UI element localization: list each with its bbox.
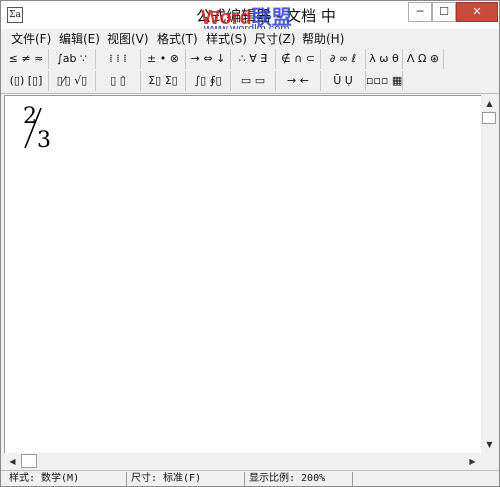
fraction-denominator: 3 [37, 128, 51, 153]
menu-format[interactable]: 格式(T) [157, 30, 198, 47]
underbar-template-button[interactable]: ▭ ▭ [231, 71, 276, 91]
spaces-ellipses-icon: ∫ab ∵ [57, 52, 87, 65]
template-palette-bar: (▯) [▯] ▯⁄▯ √▯ ▯ ▯̇ Σ▯ Σ▯ ∫▯ ∮▯ ▭ ▭ → ← … [4, 71, 444, 91]
menu-edit[interactable]: 编辑(E) [59, 30, 100, 47]
menu-bar: 文件(F) 编辑(E) 视图(V) 格式(T) 样式(S) 尺寸(Z) 帮助(H… [1, 29, 499, 47]
scroll-right-icon: ▶ [469, 457, 476, 466]
matrix-template-button[interactable]: ▫▫▫ ▦ [366, 71, 403, 91]
fraction-radical-icon: ▯⁄▯ √▯ [56, 74, 88, 87]
sets-palette-icon: ∉ ∩ ⊂ [281, 52, 315, 65]
arrows-palette-button[interactable]: → ⇔ ↓ [186, 49, 231, 69]
scroll-left-icon: ◀ [9, 457, 16, 466]
menu-help[interactable]: 帮助(H) [302, 30, 344, 47]
app-icon[interactable]: Σa [7, 7, 23, 23]
menu-view[interactable]: 视图(V) [107, 30, 149, 47]
arrows-palette-icon: → ⇔ ↓ [190, 52, 226, 65]
logic-palette-icon: ∴ ∀ ∃ [238, 52, 268, 65]
horizontal-scrollbar[interactable]: ◀ ▶ [4, 453, 481, 470]
matrix-template-icon: ▫▫▫ ▦ [366, 74, 403, 87]
logic-palette-button[interactable]: ∴ ∀ ∃ [231, 49, 276, 69]
scrollbar-corner [481, 453, 498, 470]
misc-symbols-button[interactable]: ∂ ∞ ℓ [321, 49, 366, 69]
underbar-template-icon: ▭ ▭ [240, 74, 266, 87]
scroll-up-icon: ▲ [486, 99, 493, 108]
title-bar[interactable]: Σa 公式编辑器 - 文档 中 Word联盟 www.wordlm.com ─ … [1, 1, 499, 35]
sets-palette-button[interactable]: ∉ ∩ ⊂ [276, 49, 321, 69]
fraction-numerator: 2 [23, 104, 37, 129]
products-template-button[interactable]: Ū Ụ [321, 71, 366, 91]
greek-lower-icon: λ ω θ [369, 52, 399, 65]
scroll-up-button[interactable]: ▲ [481, 95, 498, 112]
scroll-right-button[interactable]: ▶ [464, 453, 481, 470]
embellishments-icon: ⁞ ⁞ ⁞ [109, 52, 127, 65]
subscript-template-icon: ▯ ▯̇ [110, 74, 126, 87]
horizontal-scroll-thumb[interactable] [21, 454, 37, 468]
labeled-arrow-button[interactable]: → ← [276, 71, 321, 91]
symbol-palette-bar: ≤ ≠ ≈ ∫ab ∵ ⁞ ⁞ ⁞ ± • ⊗ → ⇔ ↓ ∴ ∀ ∃ ∉ ∩ … [4, 49, 444, 69]
vertical-scrollbar[interactable]: ▲ ▼ [481, 95, 498, 453]
status-bar: 样式: 数学(M) 尺寸: 标准(F) 显示比例: 200% [1, 470, 499, 486]
summation-template-icon: Σ▯ Σ▯ [148, 74, 178, 87]
maximize-button[interactable]: ☐ [432, 2, 456, 22]
operators-palette-button[interactable]: ± • ⊗ [141, 49, 186, 69]
spaces-ellipses-button[interactable]: ∫ab ∵ [49, 49, 96, 69]
maximize-icon: ☐ [439, 5, 449, 18]
greek-upper-icon: Λ Ω ⊛ [406, 52, 440, 65]
misc-symbols-icon: ∂ ∞ ℓ [329, 52, 357, 65]
minimize-icon: ─ [416, 5, 424, 18]
summation-template-button[interactable]: Σ▯ Σ▯ [141, 71, 186, 91]
products-template-icon: Ū Ụ [333, 74, 353, 87]
status-size: 尺寸: 标准(F) [127, 472, 245, 486]
fences-template-button[interactable]: (▯) [▯] [4, 71, 49, 91]
close-icon: ✕ [472, 5, 482, 18]
scroll-down-icon: ▼ [486, 440, 493, 449]
status-style: 样式: 数学(M) [5, 472, 127, 486]
menu-size[interactable]: 尺寸(Z) [254, 30, 296, 47]
minimize-button[interactable]: ─ [408, 2, 432, 22]
menu-style[interactable]: 样式(S) [206, 30, 247, 47]
scroll-left-button[interactable]: ◀ [4, 453, 21, 470]
fraction-radical-button[interactable]: ▯⁄▯ √▯ [49, 71, 96, 91]
equation-editor-window: Σa 公式编辑器 - 文档 中 Word联盟 www.wordlm.com ─ … [0, 0, 500, 487]
greek-lower-button[interactable]: λ ω θ [366, 49, 403, 69]
fraction-expression[interactable]: 2 3 [19, 104, 59, 153]
relations-palette-button[interactable]: ≤ ≠ ≈ [4, 49, 49, 69]
menu-file[interactable]: 文件(F) [11, 30, 51, 47]
operators-palette-icon: ± • ⊗ [147, 52, 179, 65]
greek-upper-button[interactable]: Λ Ω ⊛ [403, 49, 444, 69]
subscript-template-button[interactable]: ▯ ▯̇ [96, 71, 141, 91]
vertical-scroll-thumb[interactable] [482, 112, 496, 124]
status-zoom: 显示比例: 200% [245, 472, 353, 486]
integral-template-icon: ∫▯ ∮▯ [194, 74, 222, 87]
close-button[interactable]: ✕ [456, 2, 498, 22]
relations-palette-icon: ≤ ≠ ≈ [8, 52, 44, 65]
toolbar-divider [1, 93, 499, 94]
scroll-down-button[interactable]: ▼ [481, 436, 498, 453]
integral-template-button[interactable]: ∫▯ ∮▯ [186, 71, 231, 91]
labeled-arrow-icon: → ← [287, 74, 309, 87]
fences-template-icon: (▯) [▯] [9, 74, 43, 87]
embellishments-button[interactable]: ⁞ ⁞ ⁞ [96, 49, 141, 69]
equation-editing-area[interactable]: 2 3 [4, 95, 481, 453]
